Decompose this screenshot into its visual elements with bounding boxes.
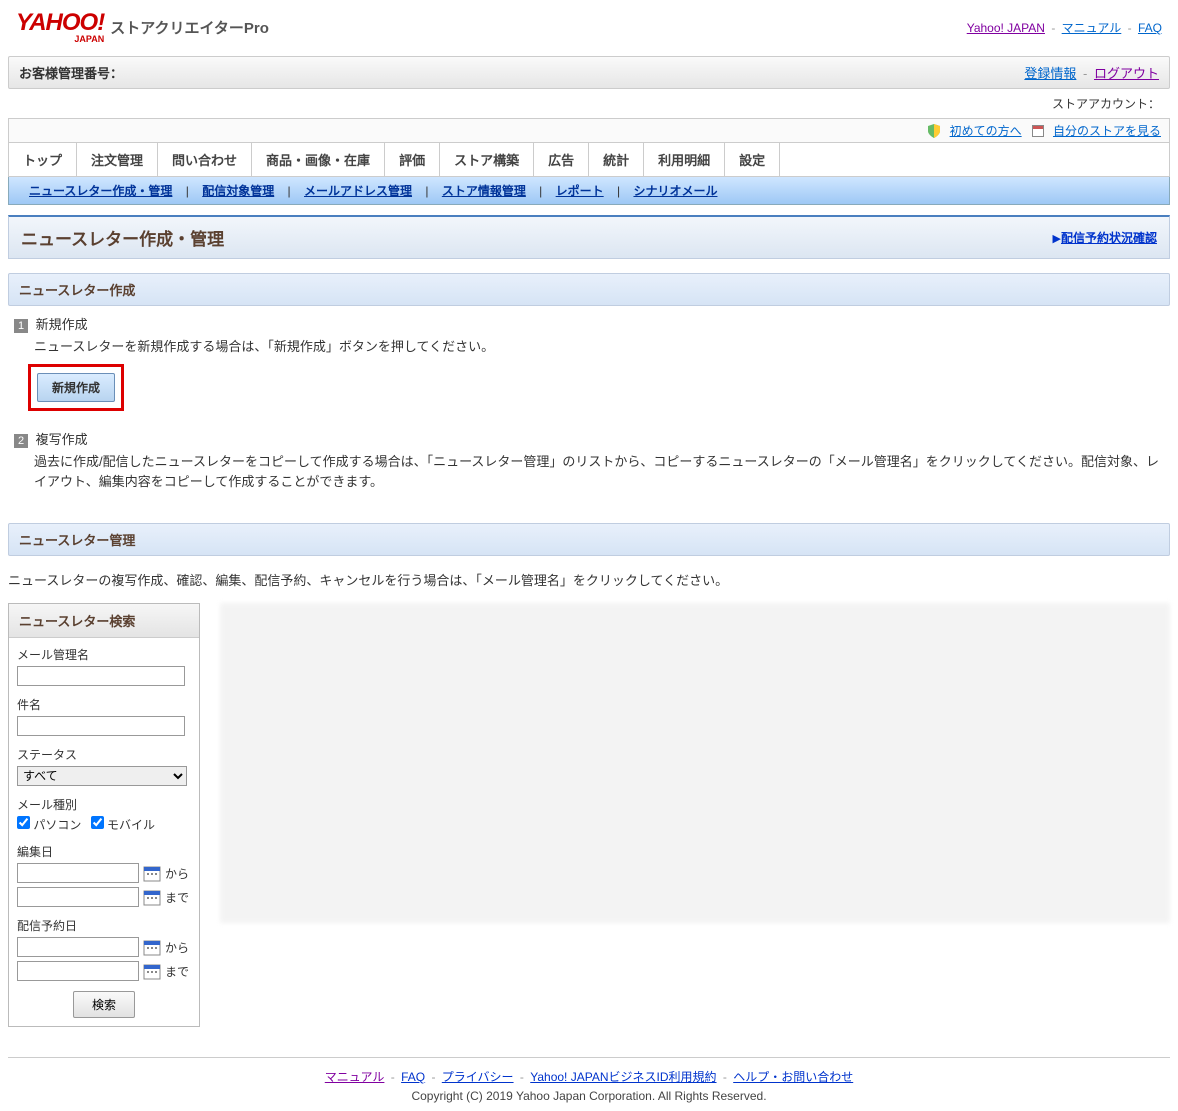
footer-help[interactable]: ヘルプ・お問い合わせ [733,1070,853,1084]
search-panel-title: ニュースレター検索 [9,604,199,638]
step-2-desc: 過去に作成/配信したニュースレターをコピーして作成する場合は、「ニュースレター管… [14,452,1164,491]
check-pc[interactable] [17,816,30,829]
nav-orders[interactable]: 注文管理 [77,143,158,176]
nav-products[interactable]: 商品・画像・在庫 [252,143,385,176]
input-edit-to[interactable] [17,887,139,907]
input-subject[interactable] [17,716,185,736]
input-reserve-from[interactable] [17,937,139,957]
new-button-highlight: 新規作成 [28,364,124,411]
label-to: まで [165,889,189,906]
manage-desc: ニュースレターの複写作成、確認、編集、配信予約、キャンセルを行う場合は、「メール… [8,570,1170,589]
footer-privacy[interactable]: プライバシー [442,1070,514,1084]
link-manual[interactable]: マニュアル [1062,21,1122,35]
store-account-label: ストアアカウント： [1052,97,1160,111]
subnav-target[interactable]: 配信対象管理 [202,184,274,198]
nav-billing[interactable]: 利用明細 [644,143,725,176]
account-bar: お客様管理番号： 登録情報 - ログアウト [8,56,1170,89]
app-title: ストアクリエイターPro [110,17,269,38]
step-2: 2 複写作成 過去に作成/配信したニュースレターをコピーして作成する場合は、「ニ… [14,429,1164,491]
nav-inquiry[interactable]: 問い合わせ [158,143,252,176]
nav-ads[interactable]: 広告 [534,143,589,176]
lower-area: ニュースレター検索 メール管理名 件名 ステータス すべて メール種 [8,603,1170,1027]
link-reg-info[interactable]: 登録情報 [1024,66,1076,81]
input-reserve-to[interactable] [17,961,139,981]
label-edit-date: 編集日 [17,843,191,860]
step-1-num: 1 [14,319,28,333]
shield-icon [928,124,940,138]
label-from: から [165,939,189,956]
newsletter-list-blurred [220,603,1170,923]
link-logout[interactable]: ログアウト [1094,66,1159,81]
label-mail-name: メール管理名 [17,646,191,663]
main-nav: トップ 注文管理 問い合わせ 商品・画像・在庫 評価 ストア構築 広告 統計 利… [8,143,1170,177]
link-reserve-status[interactable]: 配信予約状況確認 [1061,231,1157,245]
sub-nav: ニュースレター作成・管理 | 配信対象管理 | メールアドレス管理 | ストア情… [8,177,1170,205]
copyright: Copyright (C) 2019 Yahoo Japan Corporati… [8,1089,1170,1103]
subnav-scenario[interactable]: シナリオメール [633,184,717,198]
store-account-row: ストアアカウント： [8,93,1170,118]
section-create-header: ニュースレター作成 [8,273,1170,306]
nav-settings[interactable]: 設定 [725,143,780,176]
label-reserve-date: 配信予約日 [17,917,191,934]
search-button[interactable]: 検索 [73,991,135,1018]
step-2-num: 2 [14,434,28,448]
step-2-title: 複写作成 [36,432,88,447]
check-mobile[interactable] [91,816,104,829]
page-title-bar: ニュースレター作成・管理 ▶配信予約状況確認 [8,215,1170,259]
nav-top[interactable]: トップ [9,143,77,176]
header-links: Yahoo! JAPAN - マニュアル - FAQ [967,19,1162,36]
logo-main: YAHOO! [16,9,104,36]
input-edit-from[interactable] [17,863,139,883]
calendar-icon[interactable] [143,938,161,956]
subnav-report[interactable]: レポート [556,184,604,198]
header: YAHOO! JAPAN ストアクリエイターPro Yahoo! JAPAN -… [8,8,1170,48]
nav-rating[interactable]: 評価 [385,143,440,176]
label-status: ステータス [17,746,191,763]
label-mobile: モバイル [107,818,155,832]
step-1: 1 新規作成 ニュースレターを新規作成する場合は、「新規作成」ボタンを押してくだ… [14,314,1164,420]
nav-stats[interactable]: 統計 [589,143,644,176]
input-mail-name[interactable] [17,666,185,686]
section-manage-header: ニュースレター管理 [8,523,1170,556]
calendar-icon[interactable] [143,962,161,980]
link-yahoo-japan[interactable]: Yahoo! JAPAN [967,21,1045,35]
page-title: ニュースレター作成・管理 [21,225,224,250]
yahoo-logo: YAHOO! JAPAN [16,12,104,44]
footer-faq[interactable]: FAQ [401,1070,425,1084]
nav-store-build[interactable]: ストア構築 [440,143,534,176]
footer-manual[interactable]: マニュアル [325,1070,385,1084]
footer-terms[interactable]: Yahoo! JAPANビジネスID利用規約 [530,1070,716,1084]
label-pc: パソコン [33,818,81,832]
calendar-icon[interactable] [143,864,161,882]
calendar-icon[interactable] [143,888,161,906]
subnav-storeinfo[interactable]: ストア情報管理 [442,184,526,198]
subnav-newsletter[interactable]: ニュースレター作成・管理 [29,184,172,198]
search-panel: ニュースレター検索 メール管理名 件名 ステータス すべて メール種 [8,603,200,1027]
select-status[interactable]: すべて [17,766,187,786]
label-to: まで [165,963,189,980]
customer-number-label: お客様管理番号： [19,63,123,82]
section-create-body: 1 新規作成 ニュースレターを新規作成する場合は、「新規作成」ボタンを押してくだ… [8,306,1170,510]
link-faq[interactable]: FAQ [1138,21,1162,35]
util-bar: 初めての方へ 自分のストアを見る [8,118,1170,143]
link-beginner[interactable]: 初めての方へ [950,124,1022,138]
link-view-store[interactable]: 自分のストアを見る [1053,124,1161,138]
label-mail-type: メール種別 [17,796,191,813]
subnav-mailaddr[interactable]: メールアドレス管理 [304,184,412,198]
label-from: から [165,865,189,882]
step-1-title: 新規作成 [36,317,88,332]
new-button[interactable]: 新規作成 [37,373,115,402]
footer: マニュアル - FAQ - プライバシー - Yahoo! JAPANビジネスI… [8,1057,1170,1103]
label-subject: 件名 [17,696,191,713]
step-1-desc: ニュースレターを新規作成する場合は、「新規作成」ボタンを押してください。 [14,337,1164,357]
calendar-icon [1032,125,1044,137]
logo-area: YAHOO! JAPAN ストアクリエイターPro [16,12,269,44]
arrow-right-icon: ▶ [1053,233,1061,245]
